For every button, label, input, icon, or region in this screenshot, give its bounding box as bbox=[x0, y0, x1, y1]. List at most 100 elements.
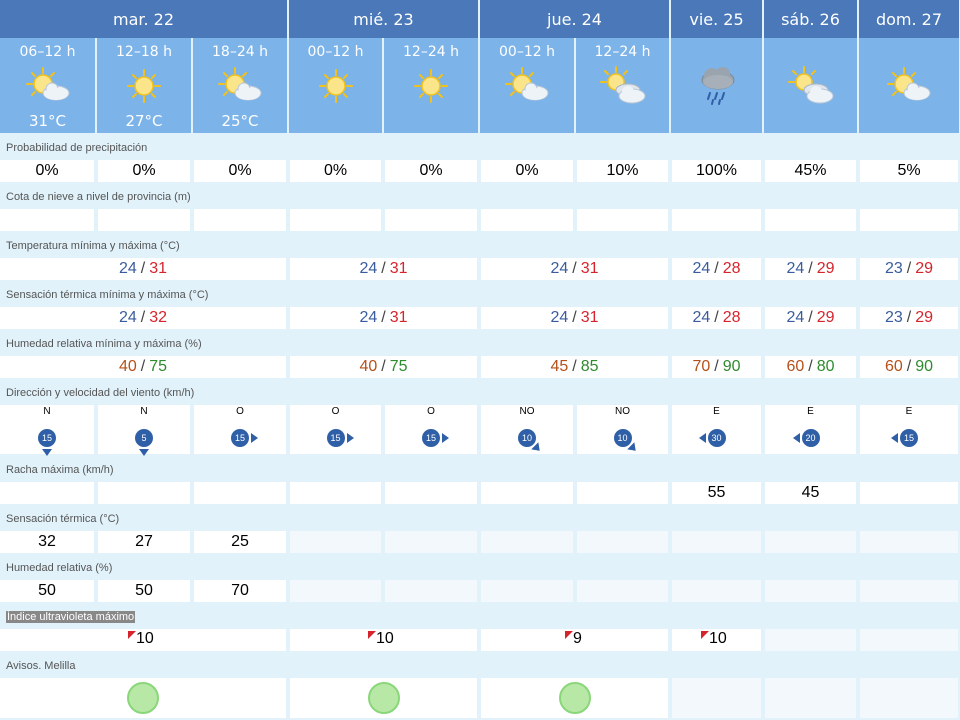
period-header: 12–18 h 27°C bbox=[97, 38, 191, 133]
snow-cell bbox=[765, 209, 856, 231]
gust-cell: 55 bbox=[672, 482, 761, 504]
feel-cell: 24/32 bbox=[0, 307, 286, 329]
feel-min: 24 bbox=[692, 309, 711, 326]
feel-period-cell: 32 bbox=[0, 531, 94, 553]
feel-period-cell bbox=[765, 531, 856, 553]
period-header: 06–12 h 31°C bbox=[0, 38, 95, 133]
period-header: 00–12 h bbox=[480, 38, 574, 133]
period-label: 12–24 h bbox=[403, 44, 459, 60]
hum-min: 40 bbox=[359, 358, 378, 375]
precip-cell: 0% bbox=[194, 160, 286, 182]
snow-cell bbox=[194, 209, 286, 231]
hum-max: 75 bbox=[389, 358, 408, 375]
value-separator: / bbox=[572, 260, 577, 277]
gust-cell bbox=[290, 482, 381, 504]
sun-icon bbox=[406, 64, 456, 108]
wind-cell: O 15 bbox=[290, 405, 381, 454]
feel-max: 31 bbox=[389, 309, 408, 326]
wind-cell: E 20 bbox=[765, 405, 856, 454]
wind-direction: O bbox=[427, 406, 435, 417]
feel-period-cell bbox=[290, 531, 381, 553]
wind-speed: 15 bbox=[326, 429, 345, 447]
wind-direction: E bbox=[905, 406, 913, 417]
hum-min: 40 bbox=[118, 358, 137, 375]
temp-min: 24 bbox=[786, 260, 805, 277]
humidity-period-cell: 70 bbox=[194, 580, 286, 602]
humidity-period-cell bbox=[765, 580, 856, 602]
value-separator: / bbox=[906, 358, 912, 375]
value-separator: / bbox=[906, 309, 912, 326]
wind-speed: 15 bbox=[422, 429, 440, 447]
warning-level-green-icon bbox=[127, 682, 159, 714]
gust-cell bbox=[194, 482, 286, 504]
day-header: vie. 25 bbox=[671, 0, 762, 38]
warning-cell bbox=[0, 678, 286, 718]
warning-cell bbox=[860, 678, 958, 718]
value-separator: / bbox=[381, 260, 386, 277]
precip-cell: 0% bbox=[98, 160, 190, 182]
temp-min: 23 bbox=[884, 260, 903, 277]
feel-cell: 24/28 bbox=[672, 307, 761, 329]
humidity-section-label: Humedad relativa mínima y máxima (%) bbox=[6, 338, 202, 350]
value-separator: / bbox=[714, 309, 719, 326]
uv-cell: 10 bbox=[0, 629, 286, 651]
period-header bbox=[671, 38, 762, 133]
uv-flag-icon bbox=[701, 631, 709, 639]
hum-min: 60 bbox=[786, 358, 805, 375]
temp-max: 31 bbox=[149, 260, 168, 277]
sun-clouds-icon bbox=[786, 64, 836, 108]
feel-cell: 24/29 bbox=[765, 307, 856, 329]
feel-min: 23 bbox=[884, 309, 903, 326]
uv-cell bbox=[765, 629, 856, 651]
feel-period-cell: 25 bbox=[194, 531, 286, 553]
sun-clouds-icon bbox=[598, 64, 648, 108]
temp-cell: 24/31 bbox=[0, 258, 286, 280]
hum-cell: 45/85 bbox=[481, 356, 668, 378]
uv-flag-icon bbox=[368, 631, 376, 639]
temp-cell: 24/31 bbox=[481, 258, 668, 280]
snow-cell bbox=[481, 209, 573, 231]
temp-cell: 24/28 bbox=[672, 258, 761, 280]
feel-period-cell: 27 bbox=[98, 531, 190, 553]
hum-cell: 40/75 bbox=[290, 356, 477, 378]
feel-period-cell bbox=[860, 531, 958, 553]
wind-section-label: Dirección y velocidad del viento (km/h) bbox=[6, 387, 195, 399]
humidity-period-cell bbox=[481, 580, 573, 602]
wind-direction: N bbox=[43, 406, 51, 417]
period-header bbox=[764, 38, 857, 133]
rain-cloud-icon bbox=[692, 64, 742, 108]
feel-min: 24 bbox=[786, 309, 805, 326]
warning-cell bbox=[765, 678, 856, 718]
uv-flag-icon bbox=[128, 631, 136, 639]
value-separator: / bbox=[572, 309, 577, 326]
temp-max: 31 bbox=[389, 260, 408, 277]
value-separator: / bbox=[808, 260, 813, 277]
hum-cell: 70/90 bbox=[672, 356, 761, 378]
feel-max: 31 bbox=[580, 309, 599, 326]
sun-cloud-icon bbox=[502, 64, 552, 108]
feel-max: 29 bbox=[816, 309, 835, 326]
humidity-period-cell bbox=[290, 580, 381, 602]
period-label: 00–12 h bbox=[307, 44, 364, 60]
feel-min: 24 bbox=[550, 309, 569, 326]
temp-min: 24 bbox=[692, 260, 711, 277]
uv-value: 10 bbox=[136, 630, 154, 647]
feel-period-cell bbox=[672, 531, 761, 553]
period-label: 06–12 h bbox=[19, 44, 76, 60]
sun-cloud-icon bbox=[215, 64, 265, 108]
wind-cell: O 15 bbox=[385, 405, 477, 454]
hum-max: 85 bbox=[580, 358, 599, 375]
value-separator: / bbox=[808, 358, 813, 375]
wind-direction: E bbox=[807, 406, 814, 417]
wind-speed: 5 bbox=[135, 429, 153, 447]
snow-cell bbox=[860, 209, 958, 231]
wind-direction: O bbox=[331, 406, 340, 417]
period-label: 00–12 h bbox=[499, 44, 555, 60]
wind-cell: N 15 bbox=[0, 405, 94, 456]
hum-cell: 40/75 bbox=[0, 356, 286, 378]
wind-speed: 30 bbox=[707, 429, 726, 447]
period-header: 12–24 h bbox=[576, 38, 669, 133]
wind-direction: O bbox=[236, 406, 244, 417]
precip-cell: 0% bbox=[290, 160, 381, 182]
uv-value: 9 bbox=[573, 630, 582, 647]
